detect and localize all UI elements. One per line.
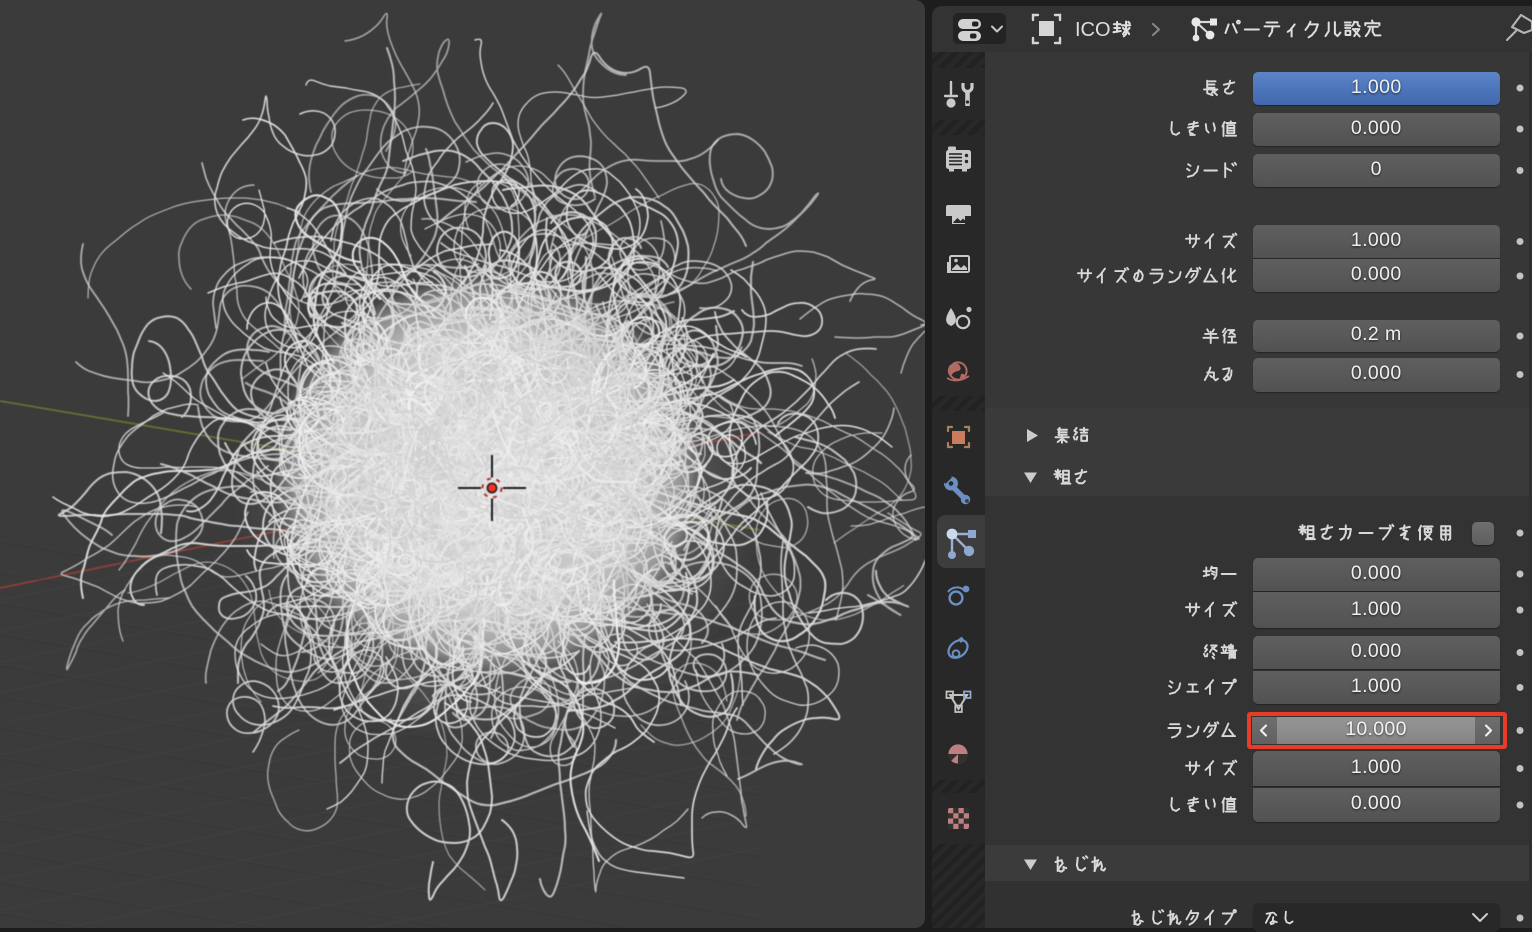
svg-text:ICO: ICO — [1075, 19, 1111, 41]
